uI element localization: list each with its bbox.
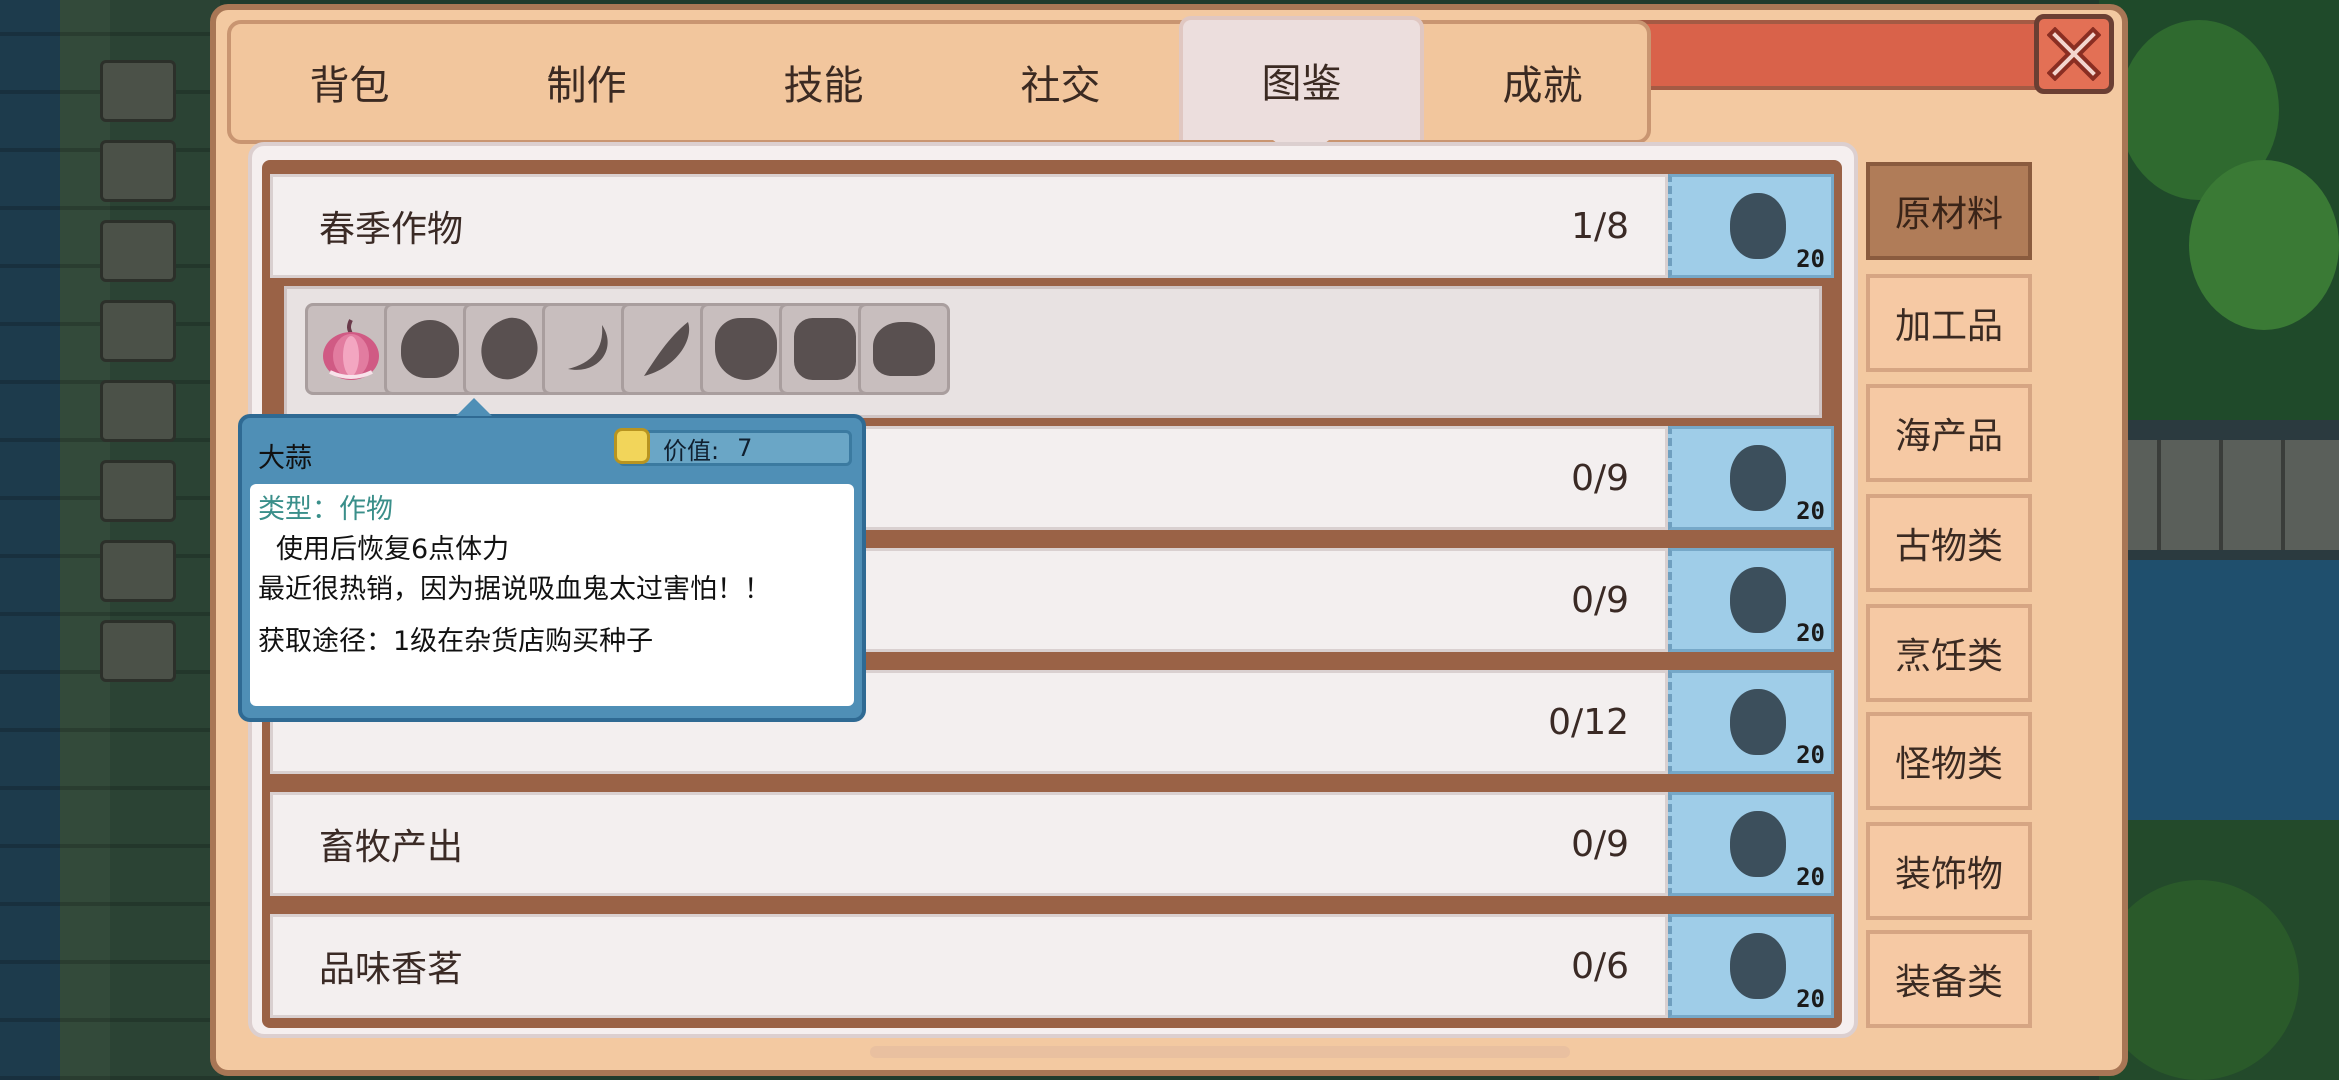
- coin-icon: [614, 428, 650, 464]
- locked-item-icon: [715, 318, 777, 380]
- tab-social[interactable]: 社交: [942, 24, 1179, 140]
- reward-badge[interactable]: 20: [1668, 174, 1834, 278]
- reward-item-icon: [1730, 933, 1786, 999]
- reward-item-icon: [1730, 193, 1786, 259]
- garlic-icon: [323, 319, 379, 380]
- reward-item-icon: [1730, 567, 1786, 633]
- reward-count: 20: [1796, 619, 1825, 647]
- category-seafood[interactable]: 海产品: [1866, 384, 2032, 482]
- item-grid: [284, 286, 1822, 418]
- category-cooking[interactable]: 烹饪类: [1866, 604, 2032, 702]
- category-antiques[interactable]: 古物类: [1866, 494, 2032, 592]
- reward-badge[interactable]: 20: [1668, 914, 1834, 1018]
- category-decorations[interactable]: 装饰物: [1866, 822, 2032, 920]
- locked-item-icon: [794, 318, 856, 380]
- tab-crafting[interactable]: 制作: [468, 24, 705, 140]
- locked-item-icon: [470, 310, 548, 388]
- row-title: 春季作物: [319, 209, 464, 250]
- reward-item-icon: [1730, 811, 1786, 877]
- collection-row[interactable]: 品味香茗 0/6 20: [270, 914, 1834, 1018]
- tooltip-body: 类型：作物 使用后恢复6点体力 最近很热销，因为据说吸血鬼太过害怕！！ 获取途径…: [250, 484, 854, 706]
- tooltip-value-label: 价值:: [663, 436, 720, 465]
- tooltip-source: 获取途径：1级在杂货店购买种子: [258, 626, 654, 657]
- tab-bag[interactable]: 背包: [231, 24, 468, 140]
- locked-item-icon: [644, 322, 690, 376]
- reward-count: 20: [1796, 741, 1825, 769]
- reward-item-icon: [1730, 689, 1786, 755]
- tooltip-description: 最近很热销，因为据说吸血鬼太过害怕！！: [258, 574, 771, 605]
- collection-row[interactable]: 畜牧产出 0/9 20: [270, 792, 1834, 896]
- item-tooltip: 大蒜 价值: 7 类型：作物 使用后恢复6点体力 最近很热销，因为据说吸血鬼太过…: [238, 398, 866, 722]
- row-progress: 0/9: [1571, 579, 1629, 621]
- tooltip-effect: 使用后恢复6点体力: [276, 534, 510, 565]
- close-button[interactable]: [2034, 14, 2114, 94]
- tab-collection[interactable]: 图鉴: [1179, 16, 1424, 162]
- reward-badge[interactable]: 20: [1668, 548, 1834, 652]
- category-equipment[interactable]: 装备类: [1866, 930, 2032, 1028]
- row-progress: 0/9: [1571, 457, 1629, 499]
- tooltip-title: 大蒜: [258, 443, 312, 474]
- locked-item-icon: [401, 320, 459, 378]
- category-raw-materials[interactable]: 原材料: [1866, 162, 2032, 260]
- reward-badge[interactable]: 20: [1668, 426, 1834, 530]
- tab-skills[interactable]: 技能: [705, 24, 942, 140]
- tooltip-value: 价值: 7: [618, 430, 852, 466]
- item-slot[interactable]: [858, 303, 950, 395]
- reward-count: 20: [1796, 497, 1825, 525]
- tooltip-value-number: 7: [737, 434, 753, 462]
- list-scrollbar[interactable]: [870, 1046, 1570, 1058]
- tooltip-type: 类型：作物: [258, 494, 393, 525]
- collection-row[interactable]: 春季作物 1/8 20: [270, 174, 1834, 278]
- reward-item-icon: [1730, 445, 1786, 511]
- reward-count: 20: [1796, 245, 1825, 273]
- row-title: 品味香茗: [319, 949, 464, 990]
- locked-item-icon: [568, 325, 608, 370]
- tab-achievements[interactable]: 成就: [1424, 24, 1661, 140]
- background-right: [2099, 0, 2339, 1080]
- row-progress: 0/6: [1571, 945, 1629, 987]
- row-progress: 1/8: [1571, 205, 1629, 247]
- row-progress: 0/12: [1548, 701, 1629, 743]
- background-left: [0, 0, 220, 1080]
- reward-badge[interactable]: 20: [1668, 670, 1834, 774]
- main-tabs: 背包 制作 技能 社交 图鉴 成就: [227, 16, 1651, 162]
- category-monsters[interactable]: 怪物类: [1866, 712, 2032, 810]
- close-icon: [2047, 27, 2101, 81]
- reward-count: 20: [1796, 863, 1825, 891]
- locked-item-icon: [873, 322, 935, 376]
- category-processed[interactable]: 加工品: [1866, 274, 2032, 372]
- row-progress: 0/9: [1571, 823, 1629, 865]
- row-title: 畜牧产出: [319, 827, 464, 868]
- reward-count: 20: [1796, 985, 1825, 1013]
- reward-badge[interactable]: 20: [1668, 792, 1834, 896]
